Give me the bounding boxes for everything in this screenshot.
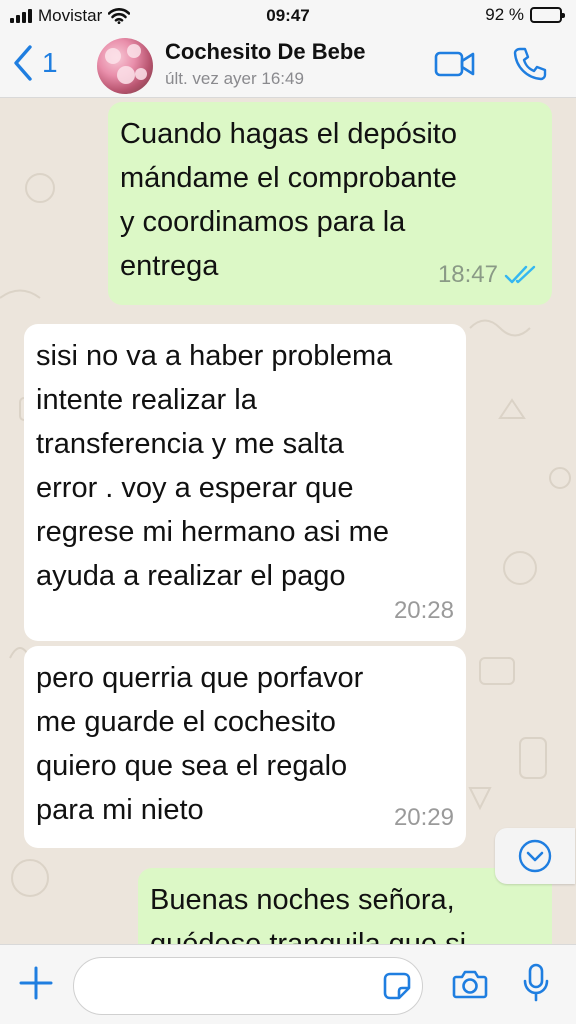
status-bar: Movistar 09:47 92 %	[0, 0, 576, 34]
battery-percent: 92 %	[485, 5, 524, 24]
message-text: sisi no va a haber problema intente real…	[36, 340, 393, 592]
camera-button[interactable]	[452, 969, 488, 1004]
microphone-button[interactable]	[523, 963, 549, 1008]
chevron-down-circle-icon	[518, 839, 552, 873]
message-meta: 20:29	[394, 796, 454, 840]
plus-icon	[19, 966, 53, 1000]
contact-name[interactable]: Cochesito De Bebe	[165, 39, 366, 65]
status-right: 92 %	[485, 5, 565, 25]
scroll-to-bottom-button[interactable]	[495, 828, 575, 884]
input-bar	[0, 944, 576, 1024]
voice-call-button[interactable]	[512, 46, 548, 87]
sticker-icon	[383, 972, 411, 1000]
video-camera-icon	[434, 51, 475, 77]
message-bubble-incoming[interactable]: pero querria que porfavor me guarde el c…	[24, 646, 466, 848]
sticker-button[interactable]	[382, 971, 412, 1006]
avatar[interactable]	[97, 38, 153, 94]
video-call-button[interactable]	[434, 50, 476, 83]
unread-count: 1	[42, 47, 58, 78]
attach-button[interactable]	[18, 965, 54, 1006]
phone-icon	[513, 47, 547, 81]
last-seen: últ. vez ayer 16:49	[165, 69, 304, 88]
message-time: 18:47	[437, 261, 498, 288]
message-bubble-outgoing[interactable]: Buenas noches señora, quédese tranquila …	[138, 868, 552, 944]
chat-header: 1 Cochesito De Bebe últ. vez ayer 16:49	[0, 34, 576, 98]
message-text: Buenas noches señora, quédese tranquila …	[150, 884, 467, 944]
message-meta: 18:47	[438, 253, 540, 297]
read-receipt-icon	[504, 265, 536, 284]
chevron-left-icon	[14, 45, 32, 81]
message-bubble-incoming[interactable]: sisi no va a haber problema intente real…	[24, 324, 466, 641]
camera-icon	[452, 970, 488, 999]
back-button[interactable]: 1	[12, 44, 58, 82]
message-bubble-outgoing[interactable]: Cuando hagas el depósito mándame el comp…	[108, 102, 552, 305]
message-text: pero querria que porfavor me guarde el c…	[36, 662, 364, 826]
battery-icon	[530, 7, 565, 23]
microphone-icon	[523, 963, 549, 1002]
message-meta: 20:28	[394, 589, 454, 633]
message-time: 20:29	[393, 804, 454, 831]
message-input[interactable]	[73, 957, 423, 1015]
message-time: 20:28	[393, 597, 454, 624]
chat-area[interactable]: Cuando hagas el depósito mándame el comp…	[0, 98, 576, 944]
